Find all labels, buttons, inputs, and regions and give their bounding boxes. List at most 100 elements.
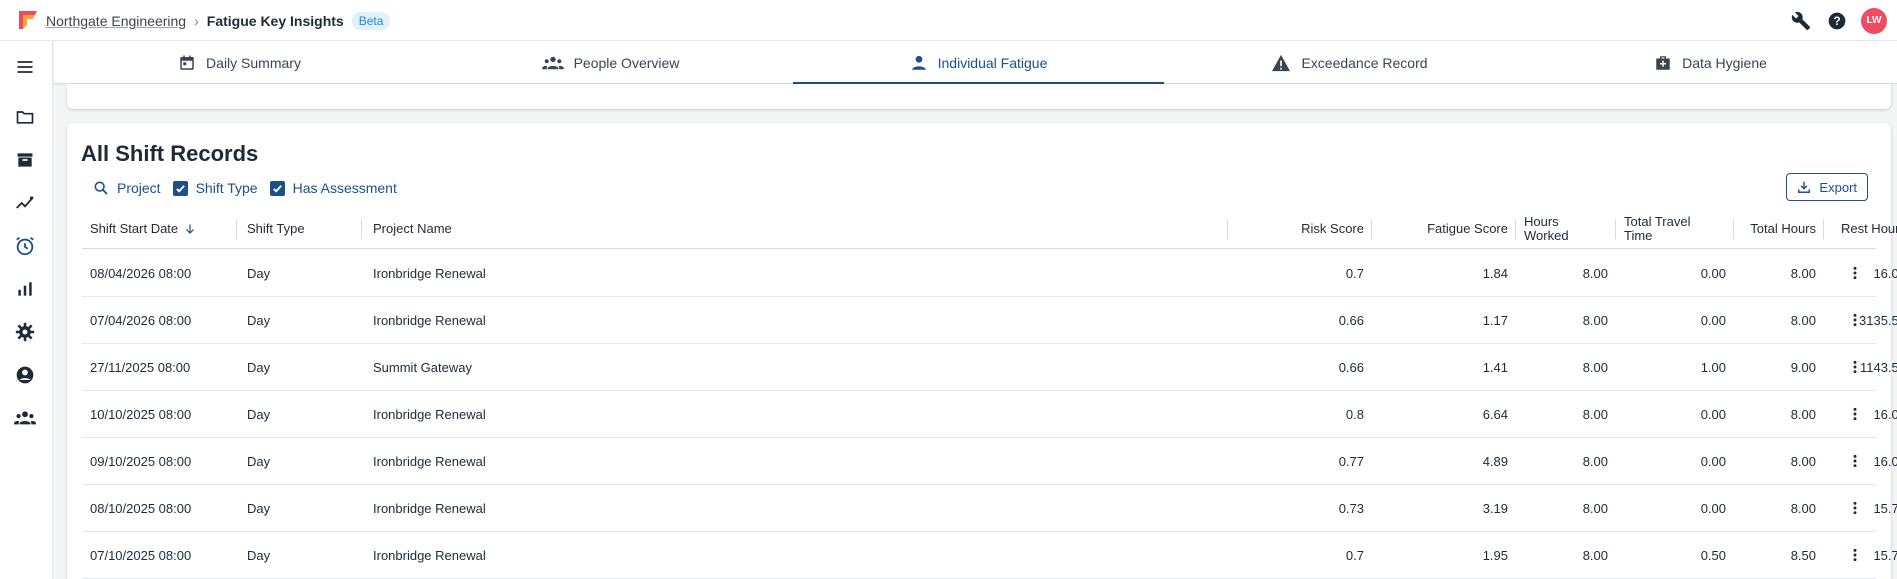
settings-gear-icon[interactable] — [12, 319, 38, 345]
cell-total-hours: 8.00 — [1790, 406, 1816, 422]
tab-daily-summary[interactable]: Daily Summary — [54, 41, 425, 84]
shift-type-filter[interactable]: Shift Type — [172, 180, 258, 196]
cell-risk-score: 0.66 — [1338, 359, 1364, 375]
row-more-icon[interactable] — [1845, 404, 1865, 424]
col-shift-type[interactable]: Shift Type — [237, 209, 362, 249]
row-more-icon[interactable] — [1845, 357, 1865, 377]
table-row[interactable]: 08/04/2026 08:00 Day Ironbridge Renewal … — [82, 250, 1897, 297]
cell-shift-type: Day — [247, 547, 271, 563]
project-filter[interactable]: Project — [93, 180, 161, 196]
tab-label: Individual Fatigue — [937, 54, 1048, 71]
table-row[interactable]: 27/11/2025 08:00 Day Summit Gateway 0.66… — [82, 344, 1897, 391]
cell-shift-type: Day — [247, 312, 271, 328]
row-more-icon[interactable] — [1845, 310, 1865, 330]
table-body: 08/04/2026 08:00 Day Ironbridge Renewal … — [82, 250, 1897, 579]
table-row[interactable]: 07/04/2026 08:00 Day Ironbridge Renewal … — [82, 297, 1897, 344]
table-row[interactable]: 10/10/2025 08:00 Day Ironbridge Renewal … — [82, 391, 1897, 438]
folder-icon[interactable] — [12, 104, 38, 130]
breadcrumb-org-link[interactable]: Northgate Engineering — [46, 13, 186, 29]
beta-badge: Beta — [351, 11, 391, 30]
warning-icon — [1272, 54, 1291, 71]
tab-exceedance-record[interactable]: Exceedance Record — [1164, 41, 1535, 84]
cell-project-name: Ironbridge Renewal — [373, 312, 486, 328]
shift-type-checkbox[interactable] — [172, 180, 188, 196]
cell-total-travel-time: 0.00 — [1700, 265, 1726, 281]
cell-total-travel-time: 0.50 — [1700, 547, 1726, 563]
has-assessment-checkbox[interactable] — [269, 180, 285, 196]
download-icon — [1798, 181, 1811, 193]
cell-risk-score: 0.73 — [1338, 500, 1364, 516]
card-title: All Shift Records — [81, 141, 259, 166]
cell-fatigue-score: 1.84 — [1482, 265, 1508, 281]
tab-label: People Overview — [573, 54, 680, 71]
cell-hours-worked: 8.00 — [1582, 312, 1608, 328]
menu-icon[interactable] — [12, 54, 38, 80]
has-assessment-filter[interactable]: Has Assessment — [269, 180, 397, 196]
row-more-icon[interactable] — [1845, 545, 1865, 565]
calendar-icon — [180, 55, 194, 70]
cell-shift-start-date: 07/04/2026 08:00 — [90, 312, 192, 328]
tab-individual-fatigue[interactable]: Individual Fatigue — [793, 41, 1164, 85]
people-icon — [541, 56, 564, 69]
cell-shift-type: Day — [247, 265, 271, 281]
account-circle-icon[interactable] — [12, 362, 38, 388]
top-actions: ? LW — [1789, 0, 1887, 41]
cell-project-name: Ironbridge Renewal — [373, 547, 486, 563]
filter-bar: Project Shift Type Has Assessment — [93, 177, 397, 199]
cell-risk-score: 0.8 — [1345, 406, 1364, 422]
col-hours-worked[interactable]: Hours Worked — [1516, 209, 1616, 249]
cell-risk-score: 0.7 — [1345, 547, 1364, 563]
cell-total-hours: 9.00 — [1790, 359, 1816, 375]
check-icon — [272, 184, 282, 193]
cell-project-name: Ironbridge Renewal — [373, 265, 486, 281]
cell-fatigue-score: 3.19 — [1482, 500, 1508, 516]
sort-arrow-down-icon[interactable] — [184, 223, 196, 235]
cell-shift-start-date: 07/10/2025 08:00 — [90, 547, 192, 563]
cell-total-travel-time: 0.00 — [1700, 312, 1726, 328]
col-risk-score[interactable]: Risk Score — [1228, 209, 1372, 249]
col-shift-start-date[interactable]: Shift Start Date — [82, 209, 237, 249]
export-button[interactable]: Export — [1786, 173, 1868, 201]
groups-icon[interactable] — [12, 405, 38, 431]
table-row[interactable]: 07/10/2025 08:00 Day Ironbridge Renewal … — [82, 532, 1897, 579]
wrench-icon[interactable] — [1789, 9, 1813, 33]
tab-data-hygiene[interactable]: Data Hygiene — [1525, 41, 1896, 84]
cell-project-name: Ironbridge Renewal — [373, 406, 486, 422]
table-row[interactable]: 08/10/2025 08:00 Day Ironbridge Renewal … — [82, 485, 1897, 532]
breadcrumb-separator: › — [194, 12, 199, 29]
top-bar: Northgate Engineering › Fatigue Key Insi… — [0, 0, 1897, 41]
cell-hours-worked: 8.00 — [1582, 547, 1608, 563]
table-header: Shift Start Date Shift Type Project Name… — [82, 209, 1897, 249]
tab-people-overview[interactable]: People Overview — [425, 41, 796, 84]
user-avatar[interactable]: LW — [1861, 7, 1887, 34]
row-more-icon[interactable] — [1845, 498, 1865, 518]
svg-text:?: ? — [1833, 15, 1840, 28]
trending-icon[interactable] — [12, 190, 38, 216]
help-icon[interactable]: ? — [1825, 9, 1849, 33]
bar-chart-icon[interactable] — [12, 276, 38, 302]
table-row[interactable]: 09/10/2025 08:00 Day Ironbridge Renewal … — [82, 438, 1897, 485]
cell-hours-worked: 8.00 — [1582, 500, 1608, 516]
archive-icon[interactable] — [12, 147, 38, 173]
cell-total-hours: 8.00 — [1790, 500, 1816, 516]
col-total-travel-time[interactable]: Total Travel Time — [1616, 209, 1734, 249]
col-fatigue-score[interactable]: Fatigue Score — [1372, 209, 1516, 249]
cell-shift-type: Day — [247, 406, 271, 422]
app-logo-icon[interactable] — [18, 10, 38, 30]
row-more-icon[interactable] — [1845, 451, 1865, 471]
cell-total-hours: 8.00 — [1790, 265, 1816, 281]
cell-risk-score: 0.66 — [1338, 312, 1364, 328]
export-label: Export — [1819, 179, 1857, 195]
search-icon — [94, 181, 108, 195]
alarm-clock-icon[interactable] — [12, 233, 38, 259]
col-project-name[interactable]: Project Name — [362, 209, 1228, 249]
cell-total-hours: 8.00 — [1790, 453, 1816, 469]
cell-total-travel-time: 1.00 — [1700, 359, 1726, 375]
cell-fatigue-score: 4.89 — [1482, 453, 1508, 469]
person-icon — [911, 55, 926, 70]
col-rest-hours[interactable]: Rest Hours — [1824, 209, 1897, 249]
row-more-icon[interactable] — [1845, 263, 1865, 283]
cell-shift-start-date: 08/04/2026 08:00 — [90, 265, 192, 281]
cell-project-name: Summit Gateway — [373, 359, 472, 375]
col-total-hours[interactable]: Total Hours — [1734, 209, 1824, 249]
